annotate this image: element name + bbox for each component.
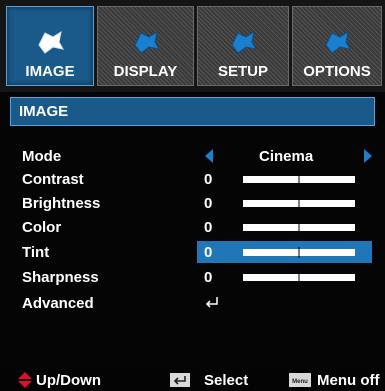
- row-label: Tint: [22, 244, 50, 261]
- tab-display[interactable]: DISPLAY: [97, 6, 194, 86]
- tab-bar: IMAGE DISPLAY SETUP OPTIONS: [0, 0, 385, 92]
- brightness-slider[interactable]: [243, 198, 355, 209]
- tab-image[interactable]: IMAGE: [6, 6, 94, 86]
- enter-key-icon: [170, 373, 190, 387]
- footer-hints: Up/Down Select Menu Menu off: [0, 368, 385, 391]
- row-brightness[interactable]: Brightness 0: [10, 192, 375, 214]
- row-value: 0: [204, 244, 213, 261]
- menu-key-icon: Menu: [289, 373, 311, 387]
- row-contrast[interactable]: Contrast 0: [10, 168, 375, 190]
- row-value: 0: [204, 269, 213, 286]
- enter-icon[interactable]: [204, 294, 220, 310]
- arrow-right-icon[interactable]: [364, 149, 372, 163]
- tab-label: DISPLAY: [113, 63, 178, 80]
- row-sharpness[interactable]: Sharpness 0: [10, 266, 375, 288]
- slider-marker: [298, 198, 300, 209]
- row-mode[interactable]: Mode Cinema: [10, 145, 375, 167]
- row-label: Mode: [22, 148, 62, 165]
- osd-menu: IMAGE DISPLAY SETUP OPTIONS IMAGE Mode C…: [0, 0, 385, 391]
- row-color[interactable]: Color 0: [10, 216, 375, 238]
- tab-setup[interactable]: SETUP: [197, 6, 289, 86]
- tint-slider[interactable]: [243, 247, 355, 258]
- tab-options[interactable]: OPTIONS: [292, 6, 382, 86]
- arrow-left-icon[interactable]: [205, 149, 213, 163]
- menu-key-text: Menu: [292, 379, 308, 385]
- setup-gear-icon: [231, 30, 257, 54]
- menu-off-label: Menu off: [317, 372, 380, 389]
- tab-label: SETUP: [217, 63, 268, 80]
- updown-label: Up/Down: [36, 372, 101, 389]
- contrast-slider[interactable]: [243, 174, 355, 185]
- section-title: IMAGE: [19, 103, 69, 120]
- row-value: 0: [204, 171, 213, 188]
- slider-marker: [298, 247, 300, 258]
- tab-label: IMAGE: [25, 63, 75, 80]
- color-slider[interactable]: [243, 222, 355, 233]
- mode-value: Cinema: [259, 148, 314, 165]
- sharpness-slider[interactable]: [243, 272, 355, 283]
- display-gear-icon: [133, 30, 160, 54]
- select-label: Select: [204, 372, 249, 389]
- section-header: IMAGE: [10, 97, 375, 126]
- slider-marker: [298, 272, 300, 283]
- updown-arrows-icon: [18, 372, 32, 388]
- image-gear-icon: [38, 30, 64, 54]
- row-value: 0: [204, 195, 213, 212]
- slider-marker: [298, 222, 300, 233]
- row-label: Sharpness: [22, 269, 99, 286]
- row-label: Color: [22, 219, 62, 236]
- row-advanced[interactable]: Advanced: [10, 292, 375, 314]
- slider-marker: [298, 174, 300, 185]
- row-label: Contrast: [22, 171, 84, 188]
- row-tint[interactable]: Tint 0: [10, 241, 375, 263]
- row-value: 0: [204, 219, 213, 236]
- row-label: Brightness: [22, 195, 101, 212]
- row-label: Advanced: [22, 295, 94, 312]
- tab-label: OPTIONS: [303, 63, 371, 80]
- options-gear-icon: [325, 30, 351, 54]
